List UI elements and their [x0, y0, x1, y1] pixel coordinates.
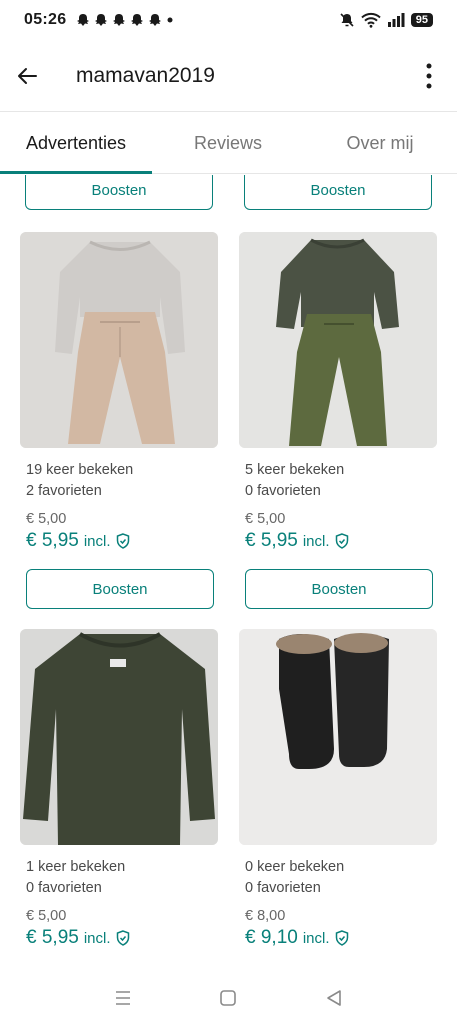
more-options-button[interactable]: [401, 40, 457, 112]
listing-stats: 5 keer bekeken 0 favorieten: [239, 460, 437, 502]
favorites-count: 0 favorieten: [245, 483, 321, 499]
shield-check-icon: [116, 930, 129, 946]
green-sweater-and-trousers-photo: [239, 232, 437, 448]
listing-price: € 5,00: [245, 511, 286, 527]
notification-icons: [76, 13, 174, 27]
favorites-count: 0 favorieten: [245, 880, 321, 896]
boost-button[interactable]: Boosten: [25, 175, 213, 210]
knit-sweater-photo: [20, 629, 218, 845]
tab-over-mij[interactable]: Over mij: [304, 113, 456, 173]
views-count: 19 keer bekeken: [26, 462, 134, 478]
listing-card[interactable]: 0 keer bekeken 0 favorieten € 8,00 € 9,1…: [239, 629, 437, 949]
boots-photo: [239, 629, 437, 845]
system-nav-bar: [0, 972, 457, 1024]
boost-button[interactable]: Boosten: [26, 569, 214, 609]
listing-price-incl[interactable]: € 9,10 incl.: [239, 927, 437, 949]
incl-label: incl.: [83, 532, 111, 550]
home-icon[interactable]: [219, 989, 237, 1007]
boost-button[interactable]: Boosten: [245, 569, 433, 609]
listing-stats: 0 keer bekeken 0 favorieten: [239, 857, 437, 899]
listing-photo[interactable]: [20, 232, 218, 448]
snapchat-icon: [113, 14, 126, 26]
profile-tabs: Advertenties Reviews Over mij: [0, 113, 457, 174]
views-count: 1 keer bekeken: [26, 859, 126, 875]
price-incl-value: € 5,95: [245, 530, 298, 551]
recent-apps-icon[interactable]: [114, 990, 132, 1006]
status-right: 95: [339, 12, 433, 28]
more-notifications-dot-icon: [167, 17, 173, 23]
battery-indicator: 95: [410, 13, 433, 27]
signal-icon: [387, 13, 405, 27]
listing-price: € 5,00: [26, 908, 67, 924]
tab-advertenties[interactable]: Advertenties: [0, 113, 152, 174]
listing-photo[interactable]: [239, 232, 437, 448]
price-incl-value: € 9,10: [245, 927, 298, 948]
listing-price-incl[interactable]: € 5,95 incl.: [20, 927, 218, 949]
listing-photo[interactable]: [20, 629, 218, 845]
page-title: mamavan2019: [76, 63, 215, 87]
shield-check-icon: [335, 533, 348, 549]
mute-icon: [340, 13, 354, 27]
views-count: 5 keer bekeken: [245, 462, 345, 478]
listing-price: € 8,00: [245, 908, 286, 924]
listing-stats: 19 keer bekeken 2 favorieten: [20, 460, 218, 502]
sweater-and-trousers-photo: [20, 232, 218, 448]
back-nav-icon[interactable]: [325, 989, 343, 1007]
shield-check-icon: [335, 930, 348, 946]
status-time: 05:26: [24, 11, 67, 28]
views-count: 0 keer bekeken: [245, 859, 345, 875]
tab-reviews[interactable]: Reviews: [152, 113, 304, 173]
listing-price-incl[interactable]: € 5,95 incl.: [239, 530, 437, 552]
listing-photo[interactable]: [239, 629, 437, 845]
listings-grid[interactable]: Boosten Boosten 19 keer bekeken 2 favori…: [0, 175, 457, 975]
app-bar: mamavan2019: [0, 40, 457, 112]
listing-card[interactable]: 1 keer bekeken 0 favorieten € 5,00 € 5,9…: [20, 629, 218, 949]
more-vertical-icon: [426, 63, 432, 88]
price-incl-value: € 5,95: [26, 530, 79, 551]
arrow-back-icon: [18, 67, 37, 84]
shield-check-icon: [116, 533, 129, 549]
listing-price: € 5,00: [26, 511, 67, 527]
status-bar: 05:26 95: [0, 0, 457, 40]
back-button[interactable]: [0, 40, 56, 112]
snapchat-icon: [131, 14, 144, 26]
listing-card[interactable]: 19 keer bekeken 2 favorieten € 5,00 € 5,…: [20, 232, 218, 609]
favorites-count: 0 favorieten: [26, 880, 102, 896]
incl-label: incl.: [83, 929, 111, 947]
incl-label: incl.: [302, 532, 330, 550]
listing-price-incl[interactable]: € 5,95 incl.: [20, 530, 218, 552]
incl-label: incl.: [302, 929, 330, 947]
snapchat-icon: [95, 14, 108, 26]
snapchat-icon: [149, 14, 162, 26]
wifi-icon: [361, 12, 381, 28]
listing-card[interactable]: 5 keer bekeken 0 favorieten € 5,00 € 5,9…: [239, 232, 437, 609]
favorites-count: 2 favorieten: [26, 483, 102, 499]
boost-button[interactable]: Boosten: [244, 175, 432, 210]
listing-stats: 1 keer bekeken 0 favorieten: [20, 857, 218, 899]
price-incl-value: € 5,95: [26, 927, 79, 948]
snapchat-icon: [77, 14, 90, 26]
